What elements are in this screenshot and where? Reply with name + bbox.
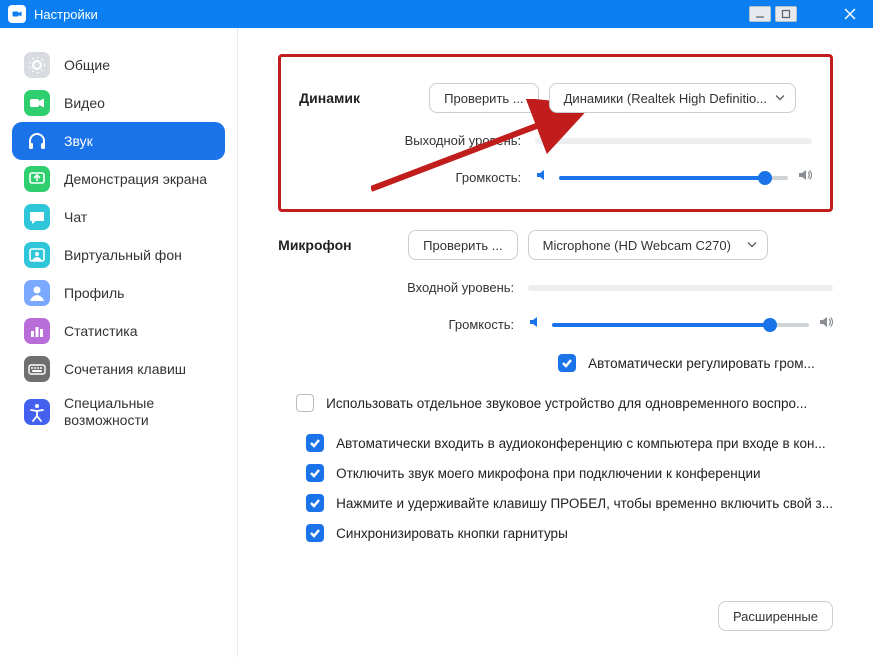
window-state-buttons [749, 6, 797, 22]
space-unmute-checkbox[interactable] [306, 494, 324, 512]
auto-adjust-mic-label: Автоматически регулировать гром... [588, 356, 815, 371]
sidebar-label: Общие [64, 57, 110, 73]
speaker-volume-label: Громкость: [299, 170, 535, 185]
sidebar-item-share-screen[interactable]: Демонстрация экрана [12, 160, 225, 198]
auto-join-audio-label: Автоматически входить в аудиоконференцию… [336, 436, 826, 451]
maximize-window-button[interactable] [775, 6, 797, 22]
advanced-button[interactable]: Расширенные [718, 601, 833, 631]
sidebar-item-statistics[interactable]: Статистика [12, 312, 225, 350]
auto-adjust-mic-checkbox[interactable] [558, 354, 576, 372]
sidebar-item-profile[interactable]: Профиль [12, 274, 225, 312]
chevron-down-icon [747, 238, 757, 253]
sidebar-label: Звук [64, 133, 93, 149]
sidebar-item-video[interactable]: Видео [12, 84, 225, 122]
sidebar-item-accessibility[interactable]: Специальные возможности [12, 388, 225, 436]
speaker-highlight: Динамик Проверить ... Динамики (Realtek … [278, 54, 833, 212]
mic-section-label: Микрофон [278, 237, 408, 253]
sidebar-item-audio[interactable]: Звук [12, 122, 225, 160]
sidebar: Общие Видео Звук Демонстрация экрана Чат… [0, 28, 238, 657]
input-level-label: Входной уровень: [278, 280, 528, 295]
volume-high-icon [798, 168, 812, 187]
mute-on-join-checkbox[interactable] [306, 464, 324, 482]
app-logo-icon [8, 5, 26, 23]
accessibility-icon [24, 399, 50, 425]
space-unmute-label: Нажмите и удерживайте клавишу ПРОБЕЛ, чт… [336, 496, 833, 511]
virtual-bg-icon [24, 242, 50, 268]
sidebar-label: Демонстрация экрана [64, 171, 207, 187]
sidebar-item-general[interactable]: Общие [12, 46, 225, 84]
sidebar-label: Специальные возможности [64, 395, 213, 429]
sidebar-item-chat[interactable]: Чат [12, 198, 225, 236]
sidebar-label: Профиль [64, 285, 124, 301]
sidebar-label: Чат [64, 209, 87, 225]
headphones-icon [24, 128, 50, 154]
profile-icon [24, 280, 50, 306]
sync-headset-checkbox[interactable] [306, 524, 324, 542]
output-level-label: Выходной уровень: [299, 133, 535, 148]
sidebar-label: Виртуальный фон [64, 247, 182, 263]
volume-high-icon [819, 315, 833, 334]
speaker-section-label: Динамик [299, 90, 429, 106]
sidebar-label: Сочетания клавиш [64, 361, 186, 377]
separate-device-checkbox[interactable] [296, 394, 314, 412]
speaker-volume-slider[interactable] [559, 176, 788, 180]
auto-join-audio-checkbox[interactable] [306, 434, 324, 452]
sidebar-item-virtual-bg[interactable]: Виртуальный фон [12, 236, 225, 274]
stats-icon [24, 318, 50, 344]
video-icon [24, 90, 50, 116]
minimize-window-button[interactable] [749, 6, 771, 22]
volume-low-icon [535, 168, 549, 187]
mic-input-level-meter [528, 285, 833, 291]
titlebar: Настройки [0, 0, 873, 28]
mic-volume-label: Громкость: [278, 317, 528, 332]
mute-on-join-label: Отключить звук моего микрофона при подкл… [336, 466, 760, 481]
main-panel: Динамик Проверить ... Динамики (Realtek … [238, 28, 873, 657]
sync-headset-label: Синхронизировать кнопки гарнитуры [336, 526, 568, 541]
speaker-output-level-meter [535, 138, 812, 144]
speaker-device-select[interactable]: Динамики (Realtek High Definitio... [549, 83, 796, 113]
share-screen-icon [24, 166, 50, 192]
sidebar-item-shortcuts[interactable]: Сочетания клавиш [12, 350, 225, 388]
mic-device-select[interactable]: Microphone (HD Webcam C270) [528, 230, 768, 260]
sidebar-label: Видео [64, 95, 105, 111]
test-mic-button[interactable]: Проверить ... [408, 230, 517, 260]
separate-device-label: Использовать отдельное звуковое устройст… [326, 396, 807, 411]
close-window-button[interactable] [827, 0, 873, 28]
chat-icon [24, 204, 50, 230]
test-speaker-button[interactable]: Проверить ... [429, 83, 538, 113]
window-title: Настройки [34, 7, 98, 22]
volume-low-icon [528, 315, 542, 334]
sidebar-label: Статистика [64, 323, 138, 339]
gear-icon [24, 52, 50, 78]
chevron-down-icon [775, 91, 785, 106]
mic-volume-slider[interactable] [552, 323, 809, 327]
keyboard-icon [24, 356, 50, 382]
